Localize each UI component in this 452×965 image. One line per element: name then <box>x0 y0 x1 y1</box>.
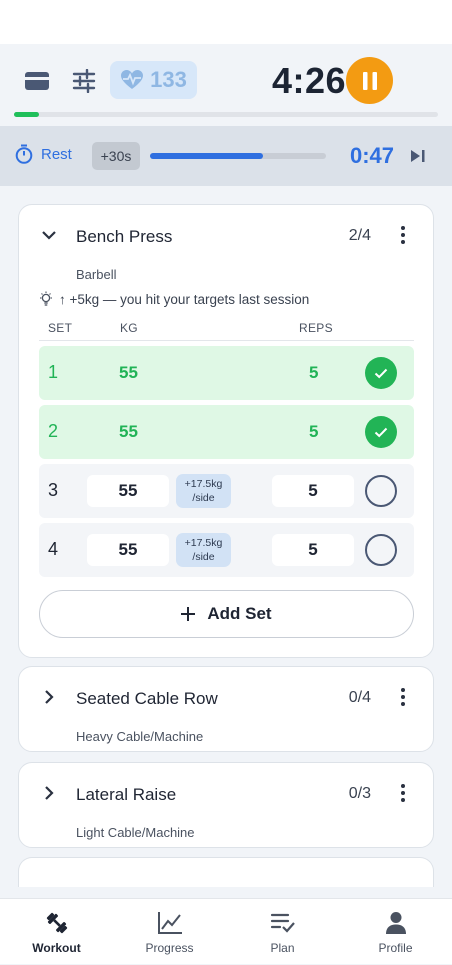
weight-input[interactable]: 55 <box>87 534 169 566</box>
heart-rate-badge[interactable]: 133 <box>110 61 197 99</box>
column-header-reps: REPS <box>299 321 333 335</box>
set-reps[interactable]: 5 <box>309 422 318 442</box>
set-number: 1 <box>48 362 59 382</box>
exercise-card[interactable]: Seated Cable Row 0/4 Heavy Cable/Machine <box>18 666 434 752</box>
exercise-name[interactable]: Lateral Raise <box>76 785 176 805</box>
progression-hint: ↑ +5kg — you hit your targets last sessi… <box>39 291 309 307</box>
tab-progress[interactable]: Progress <box>113 899 226 965</box>
stopwatch-icon <box>15 144 33 164</box>
set-complete-toggle[interactable] <box>365 357 397 389</box>
exercise-menu-button[interactable] <box>393 223 413 247</box>
rest-progress-bar <box>150 153 326 159</box>
pause-button[interactable] <box>346 57 393 104</box>
set-weight[interactable]: 55 <box>119 363 138 383</box>
set-row: 1 55 5 <box>39 346 414 400</box>
dumbbell-icon <box>43 909 71 937</box>
exercise-card-partial[interactable] <box>18 857 434 887</box>
plus-icon <box>181 607 196 621</box>
elapsed-timer: 4:26 <box>272 60 347 101</box>
exercise-set-count: 0/3 <box>348 785 371 802</box>
rest-label-text: Rest <box>41 145 72 163</box>
tab-workout[interactable]: Workout <box>0 899 113 965</box>
exercise-set-count: 0/4 <box>348 689 371 706</box>
plate-per-side-badge: +17.5kg /side <box>176 533 231 567</box>
workout-progress-fill <box>14 112 40 117</box>
tab-plan[interactable]: Plan <box>226 899 339 965</box>
pause-icon <box>362 71 377 90</box>
sliders-icon[interactable] <box>69 66 99 96</box>
tab-profile-label: Profile <box>378 941 413 955</box>
bottom-tab-bar: Workout Progress Plan Profile <box>0 898 452 964</box>
heart-rate-value: 133 <box>150 67 187 92</box>
heart-pulse-icon <box>121 70 144 89</box>
checkmark-icon <box>374 368 388 378</box>
rest-label: Rest <box>15 144 72 164</box>
set-number: 3 <box>48 480 59 500</box>
tab-progress-label: Progress <box>145 941 194 955</box>
exercise-card[interactable]: Lateral Raise 0/3 Light Cable/Machine <box>18 762 434 848</box>
tab-profile[interactable]: Profile <box>339 899 452 965</box>
rest-remaining-time: 0:47 <box>350 143 395 168</box>
plate-per-side-text: +17.5kg /side <box>184 537 223 563</box>
tab-workout-label: Workout <box>32 941 81 955</box>
lightbulb-icon <box>40 291 52 306</box>
chevron-right-icon <box>44 690 54 704</box>
set-number: 2 <box>48 421 59 441</box>
checklist-icon <box>269 909 297 937</box>
set-number: 4 <box>48 539 59 559</box>
exercise-equipment: Light Cable/Machine <box>76 825 195 840</box>
expand-button[interactable] <box>39 783 59 803</box>
checkmark-icon <box>374 427 388 437</box>
header-divider <box>39 340 414 341</box>
workout-progress-bar <box>14 112 438 117</box>
skip-next-icon <box>411 150 425 162</box>
exercise-equipment: Barbell <box>76 267 117 282</box>
card-icon[interactable] <box>22 66 52 96</box>
exercise-equipment: Heavy Cable/Machine <box>76 729 204 744</box>
add-30s-button[interactable]: +30s <box>92 142 140 170</box>
reps-input[interactable]: 5 <box>272 534 354 566</box>
skip-rest-button[interactable] <box>408 146 428 166</box>
reps-input[interactable]: 5 <box>272 475 354 507</box>
set-complete-toggle[interactable] <box>365 475 397 507</box>
exercise-card: Bench Press 2/4 Barbell ↑ +5kg — you hit… <box>18 204 434 658</box>
chart-icon <box>156 909 184 937</box>
column-header-kg: KG <box>120 321 138 335</box>
set-row: 4 55 +17.5kg /side 5 <box>39 523 414 577</box>
exercise-menu-button[interactable] <box>393 685 413 709</box>
chevron-down-icon <box>42 230 56 240</box>
tab-plan-label: Plan <box>270 941 295 955</box>
progression-hint-text: ↑ +5kg — you hit your targets last sessi… <box>59 291 310 307</box>
exercise-menu-button[interactable] <box>393 781 413 805</box>
exercise-set-count: 2/4 <box>348 227 371 244</box>
exercise-name[interactable]: Bench Press <box>76 227 172 247</box>
plate-per-side-badge: +17.5kg /side <box>176 474 231 508</box>
set-complete-toggle[interactable] <box>365 534 397 566</box>
set-row: 2 55 5 <box>39 405 414 459</box>
rest-timer-bar: Rest +30s 0:47 <box>0 126 452 186</box>
collapse-button[interactable] <box>39 225 59 245</box>
rest-progress-fill <box>150 153 263 159</box>
exercise-name[interactable]: Seated Cable Row <box>76 689 218 709</box>
add-set-label: Add Set <box>207 604 272 623</box>
set-complete-toggle[interactable] <box>365 416 397 448</box>
plate-per-side-text: +17.5kg /side <box>184 478 223 504</box>
expand-button[interactable] <box>39 687 59 707</box>
status-bar <box>0 0 452 44</box>
person-icon <box>382 909 410 937</box>
chevron-right-icon <box>44 786 54 800</box>
column-header-set: SET <box>48 321 73 335</box>
set-reps[interactable]: 5 <box>309 363 318 383</box>
weight-input[interactable]: 55 <box>87 475 169 507</box>
set-row: 3 55 +17.5kg /side 5 <box>39 464 414 518</box>
add-set-button[interactable]: Add Set <box>39 590 414 638</box>
set-weight[interactable]: 55 <box>119 422 138 442</box>
